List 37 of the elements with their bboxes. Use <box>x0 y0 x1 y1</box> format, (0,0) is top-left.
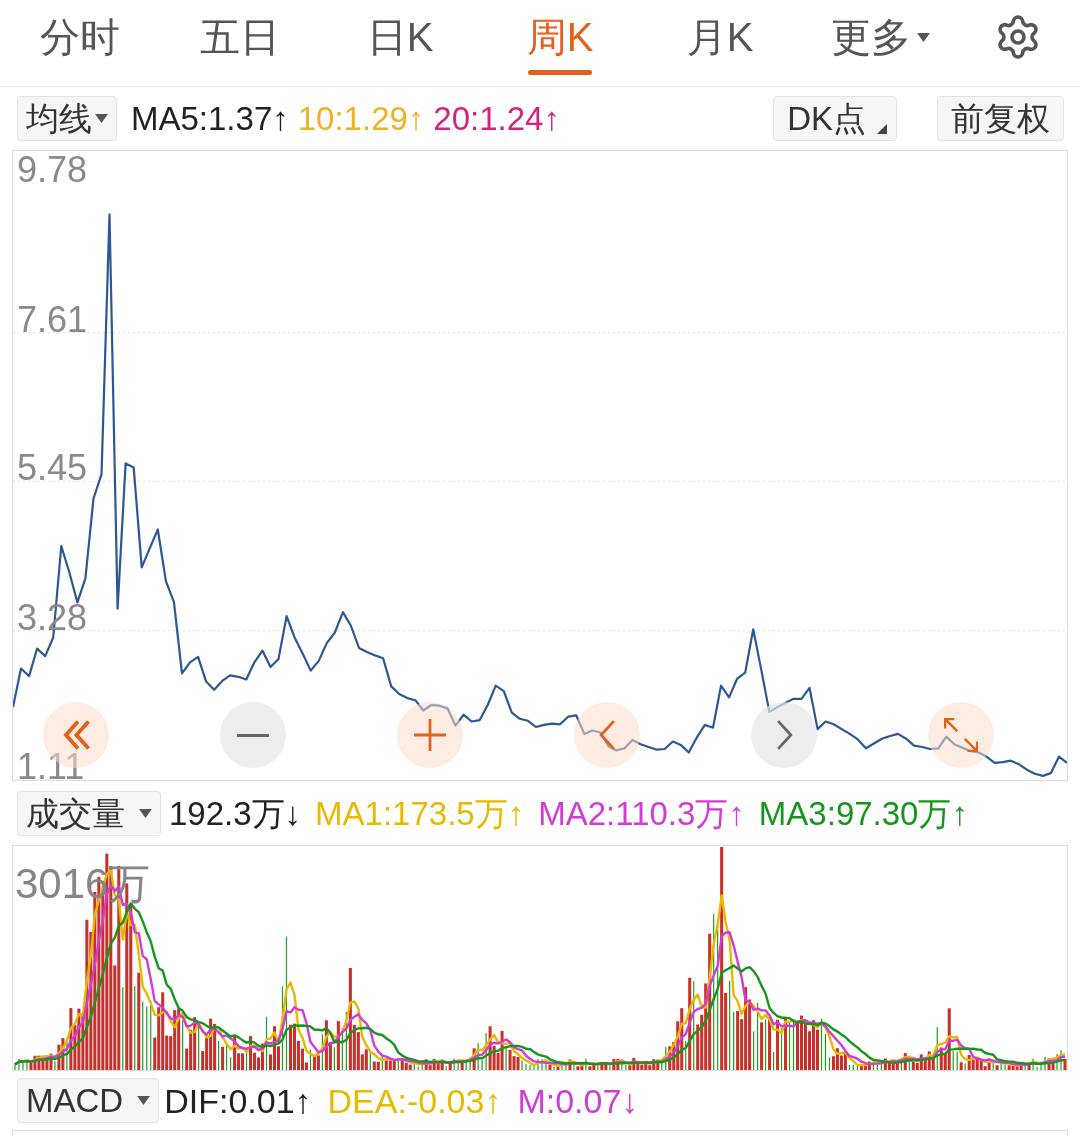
dk-point-button[interactable]: DK点 <box>773 96 897 141</box>
period-tab[interactable]: 五日 <box>160 0 320 86</box>
chevron-right-icon <box>775 720 793 750</box>
moving-average-value: 20:1.24↑ <box>433 102 560 135</box>
volume-value: MA1:173.5万↑ <box>315 796 525 830</box>
caret-icon <box>137 1096 151 1105</box>
period-tab[interactable]: 月K <box>640 0 800 86</box>
double-chevron-left-icon <box>62 720 90 750</box>
plus-icon <box>414 719 446 751</box>
axis-label: 7.61 <box>17 301 88 338</box>
chevron-left-icon <box>598 720 616 750</box>
macd-value: DIF:0.01↑ <box>164 1083 312 1118</box>
caret-icon <box>916 32 930 42</box>
expand-icon <box>944 718 978 752</box>
axis-label: 5.45 <box>17 450 88 487</box>
axis-label: 9.78 <box>17 152 88 189</box>
indicator-dropdown[interactable]: 成交量 <box>17 790 161 836</box>
period-tab[interactable]: 更多 <box>800 0 960 86</box>
volume-value: MA3:97.30万↑ <box>758 796 968 830</box>
macd-value: DEA:-0.03↑ <box>327 1083 502 1118</box>
period-tab[interactable]: 分时 <box>0 0 160 86</box>
macd-value: M:0.07↓ <box>517 1083 639 1118</box>
indicator-dropdown[interactable]: 均线 <box>17 96 117 141</box>
caret-icon <box>95 114 108 123</box>
volume-value: MA2:110.3万↑ <box>538 796 745 830</box>
corner-triangle-icon <box>877 124 887 134</box>
caret-icon <box>139 808 152 818</box>
minus-icon <box>237 733 269 737</box>
period-tab[interactable]: 周K <box>480 0 640 86</box>
moving-average-value: 10:1.29↑ <box>297 102 425 135</box>
moving-average-value: MA5:1.37↑ <box>131 102 289 135</box>
indicator-dropdown[interactable]: MACD <box>17 1078 160 1123</box>
axis-label: 1.11 <box>17 749 85 785</box>
volume-value: 192.3万↓ <box>169 796 302 830</box>
active-tab-indicator <box>528 70 592 75</box>
period-tab[interactable]: 日K <box>320 0 480 86</box>
adjustment-button[interactable]: 前复权 <box>937 96 1064 141</box>
